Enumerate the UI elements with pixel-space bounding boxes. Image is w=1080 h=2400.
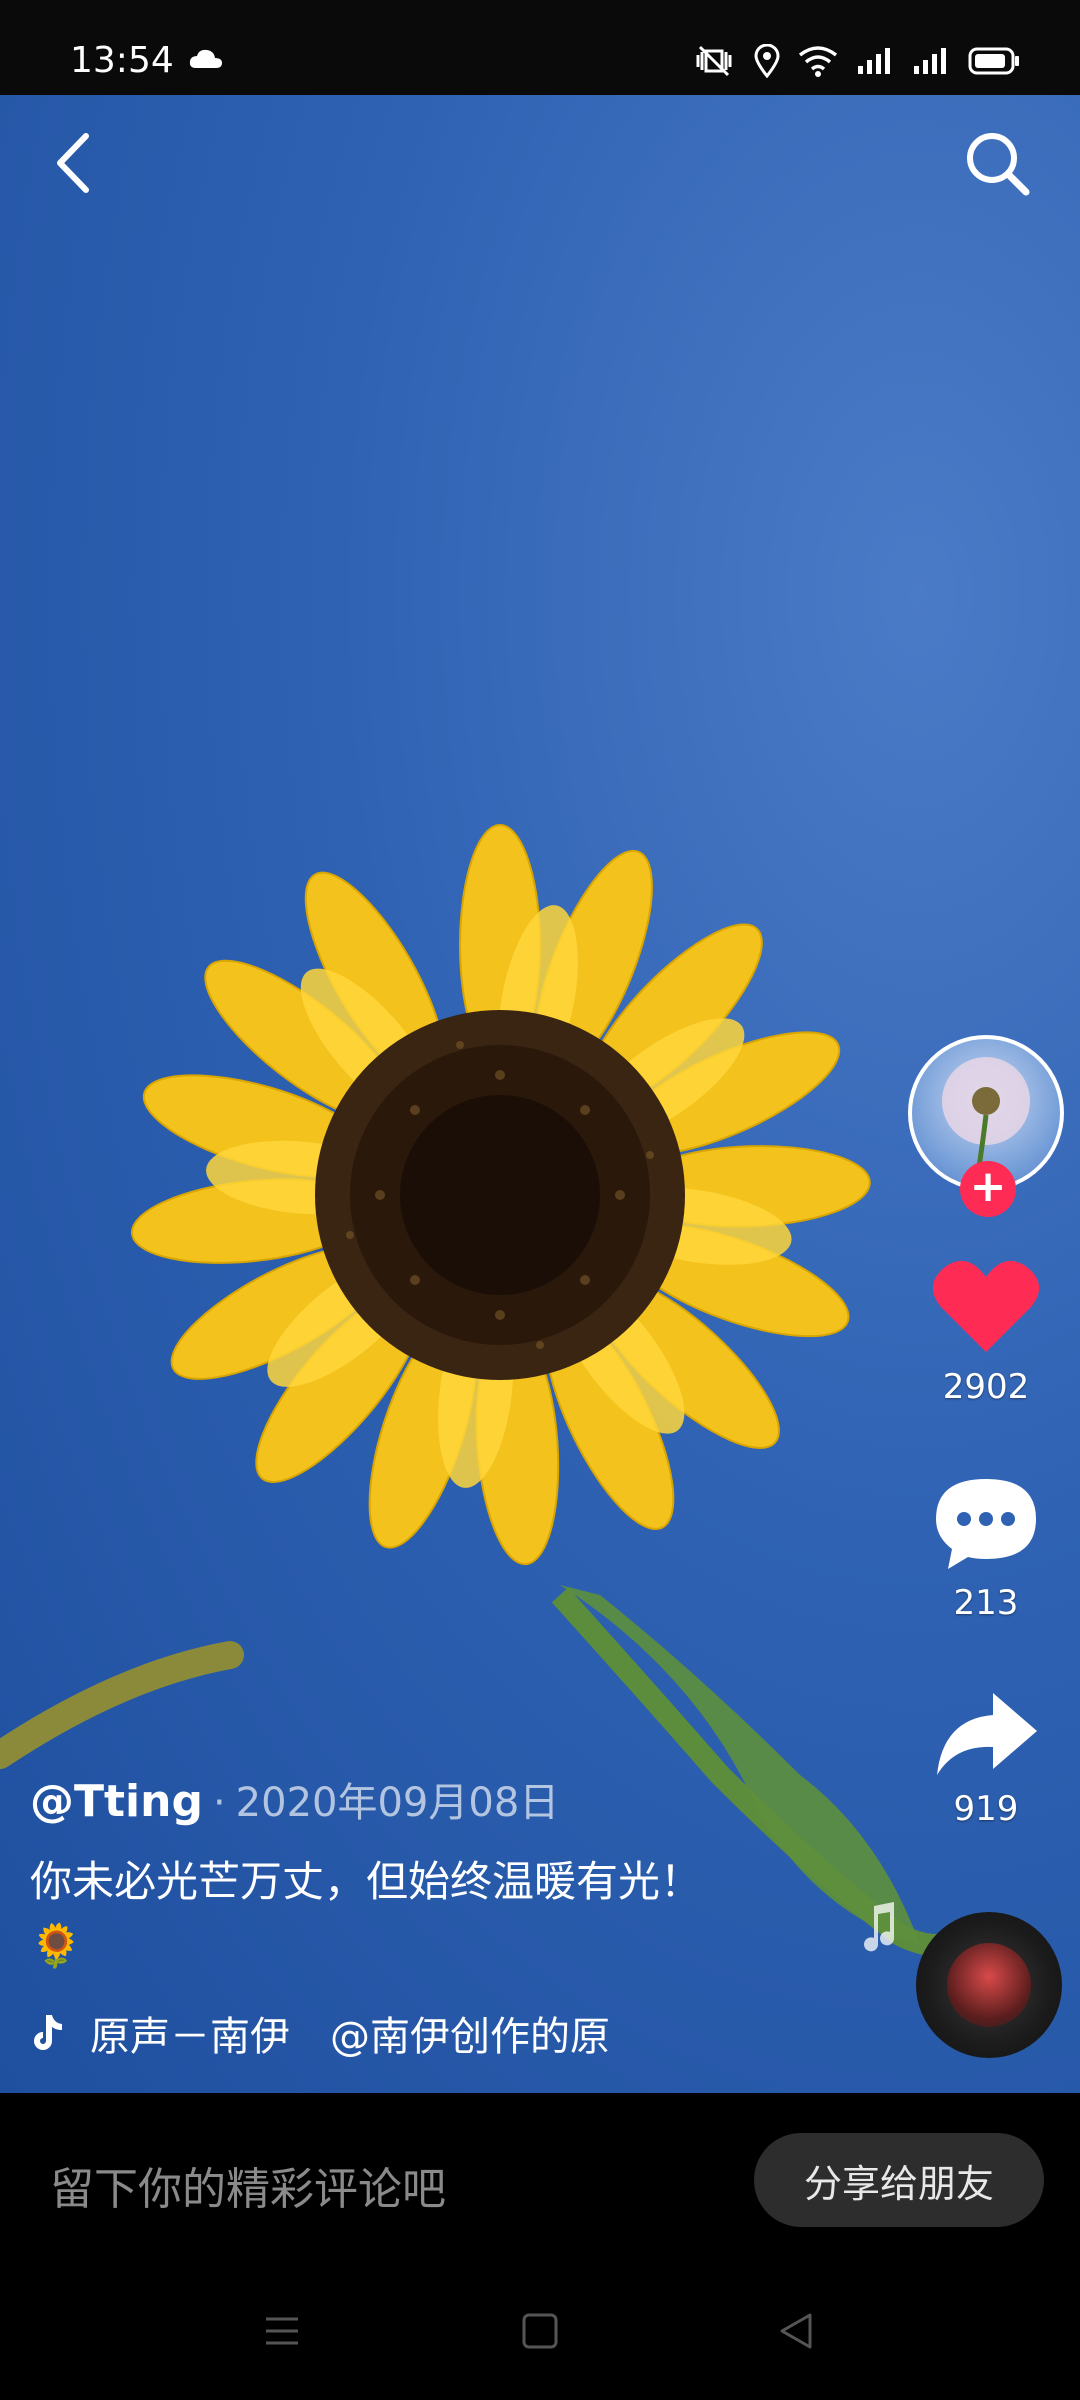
post-date: 2020年09月08日 <box>235 1780 560 1826</box>
comment-action[interactable]: 213 <box>932 1473 1040 1623</box>
location-icon <box>754 44 780 78</box>
author-line: @Tting · 2020年09月08日 <box>30 1770 790 1828</box>
wifi-icon <box>798 46 838 77</box>
bottom-bar: 留下你的精彩评论吧 分享给朋友 <box>0 2093 1080 2263</box>
author-avatar-group[interactable]: + <box>908 1035 1064 1217</box>
recent-apps-icon[interactable] <box>262 2311 302 2351</box>
comment-bubble-icon <box>936 1479 1036 1569</box>
battery-icon <box>968 47 1019 75</box>
home-icon[interactable] <box>520 2311 560 2351</box>
heart-icon <box>932 1260 1040 1352</box>
music-info[interactable]: 原声－南伊 @南伊创作的原声 <box>30 2004 610 2062</box>
share-to-friends-button[interactable]: 分享给朋友 <box>754 2133 1044 2227</box>
author-handle[interactable]: @Tting <box>30 1776 203 1827</box>
signal-icon <box>858 48 890 74</box>
mute-vibrate-icon <box>696 45 732 77</box>
like-action[interactable]: 2902 <box>931 1257 1041 1407</box>
action-rail: + 2902 213 919 <box>906 1035 1066 1829</box>
share-arrow-icon <box>937 1693 1037 1775</box>
comment-count: 213 <box>953 1583 1019 1623</box>
music-disc[interactable] <box>916 1912 1062 2058</box>
status-bar: 13:54 <box>0 0 1080 95</box>
back-nav-icon[interactable] <box>776 2311 816 2351</box>
video-description: 你未必光芒万丈，但始终温暖有光！ 🌻 <box>30 1850 790 1978</box>
back-icon[interactable] <box>48 128 98 198</box>
share-action[interactable]: 919 <box>933 1689 1039 1829</box>
search-icon[interactable] <box>962 128 1032 198</box>
date-separator: · <box>212 1780 226 1826</box>
signal-icon-2 <box>914 48 946 74</box>
music-title: 原声－南伊 @南伊创作的原声 <box>90 2014 610 2060</box>
follow-button[interactable]: + <box>960 1161 1016 1217</box>
status-time: 13:54 <box>70 40 174 81</box>
share-count: 919 <box>953 1789 1019 1829</box>
floating-music-note-icon <box>864 1902 895 1952</box>
video-caption: @Tting · 2020年09月08日 你未必光芒万丈，但始终温暖有光！ 🌻 <box>30 1770 790 1978</box>
status-icons <box>692 44 1020 78</box>
comment-input[interactable]: 留下你的精彩评论吧 <box>50 2153 446 2217</box>
sunflower-emoji: 🌻 <box>30 1921 83 1970</box>
description-text: 你未必光芒万丈，但始终温暖有光！ <box>30 1857 703 1906</box>
music-disc-cover <box>947 1943 1031 2027</box>
cloud-icon <box>189 49 222 68</box>
system-nav-bar <box>0 2263 1080 2400</box>
like-count: 2902 <box>942 1367 1030 1407</box>
tiktok-note-icon <box>34 2015 62 2050</box>
